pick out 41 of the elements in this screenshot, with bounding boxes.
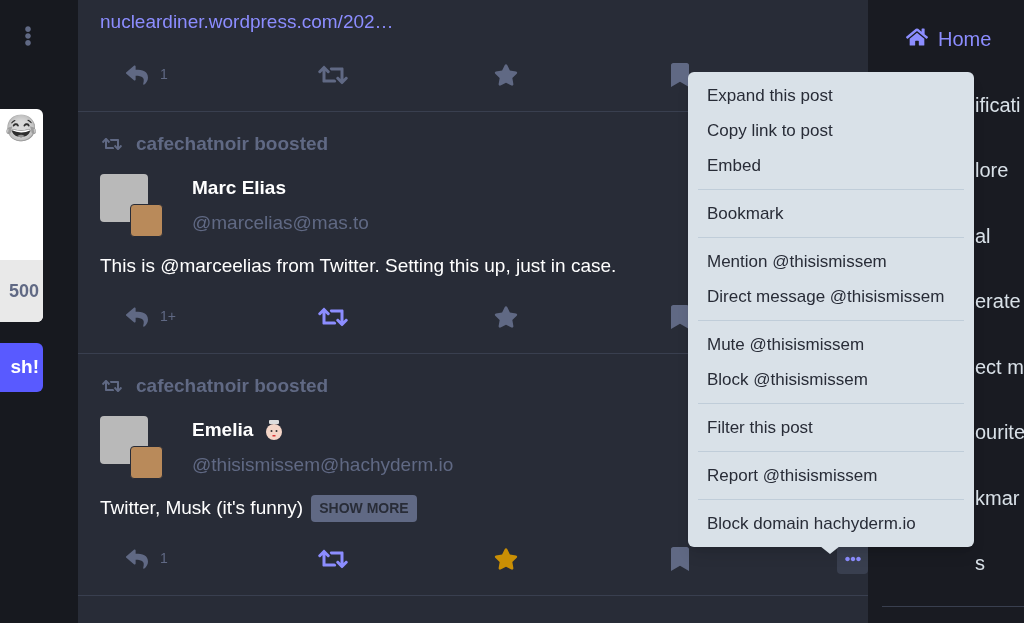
- menu-item[interactable]: Copy link to post: [698, 113, 964, 148]
- menu-item[interactable]: Direct message @thisismissem: [698, 279, 964, 314]
- menu-item[interactable]: Block domain hachyderm.io: [698, 506, 964, 541]
- bookmark-button[interactable]: [670, 62, 690, 87]
- account-handle: @marcelias@mas.to: [192, 210, 369, 235]
- favourite-button[interactable]: [494, 304, 518, 329]
- kebab-menu-icon[interactable]: [23, 26, 33, 46]
- bookmark-button[interactable]: [670, 304, 690, 329]
- emoji: 😂: [5, 112, 38, 141]
- menu-item[interactable]: Bookmark: [698, 196, 964, 231]
- booster-avatar-photo-placeholder: [130, 204, 163, 237]
- boost-icon: [102, 377, 122, 394]
- favourite-button[interactable]: [494, 546, 518, 571]
- post-text: This is @marceelias from Twitter. Setting this up, just in case.: [100, 254, 617, 278]
- reply-count: 1: [160, 549, 168, 568]
- reply-count: 1: [160, 65, 168, 84]
- reply-icon: [124, 547, 150, 570]
- reply-icon: [124, 63, 150, 86]
- menu-item[interactable]: Filter this post: [698, 410, 964, 445]
- boosted-by-label: cafechatnoir boosted: [136, 373, 329, 398]
- reply-count: 1+: [160, 307, 176, 326]
- menu-item[interactable]: Mute @thisismissem: [698, 327, 964, 362]
- post-link[interactable]: nucleardiner.wordpress.com/202…: [100, 11, 394, 32]
- menu-item[interactable]: Report @thisismissem: [698, 458, 964, 493]
- face-emoji-icon: [265, 420, 284, 441]
- publish-button[interactable]: sh!: [0, 343, 43, 392]
- display-name[interactable]: Marc Elias: [192, 174, 286, 203]
- booster-avatar-photo-placeholder: [130, 446, 163, 479]
- counter: 500: [8, 279, 39, 303]
- home-icon: [906, 26, 928, 48]
- display-name[interactable]: Emelia: [192, 416, 254, 445]
- post-text: Twitter, Musk (it's funny): [100, 496, 304, 520]
- favourite-button[interactable]: [494, 62, 518, 87]
- nav-link[interactable]: s: [868, 548, 1024, 614]
- menu-item[interactable]: Block @thisismissem: [698, 362, 964, 397]
- reply-icon: [124, 305, 150, 328]
- boosted-by-label: cafechatnoir boosted: [136, 131, 329, 156]
- menu-item[interactable]: Embed: [698, 148, 964, 183]
- account-handle: @thisismissem@hachyderm.io: [192, 452, 454, 477]
- boost-icon: [102, 135, 122, 152]
- menu-item[interactable]: Mention @thisismissem: [698, 244, 964, 279]
